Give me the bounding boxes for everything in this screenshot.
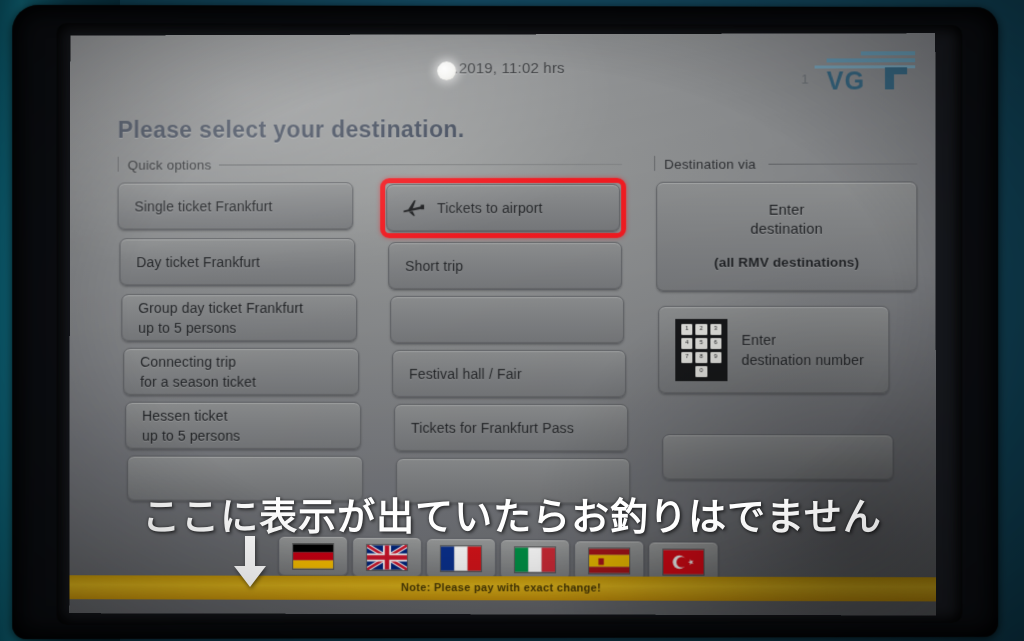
quick-option-festival-hall-fair[interactable]: Festival hall / Fair <box>392 349 627 399</box>
keypad-key-8: 8 <box>695 352 708 364</box>
quick-option-left-extra[interactable] <box>127 455 364 502</box>
button-line-1: Connecting trip <box>140 353 237 370</box>
keypad-key-3: 3 <box>710 324 722 336</box>
keypad-key-2: 2 <box>695 324 708 336</box>
enter-destination-number-line-2: destination number <box>741 351 865 368</box>
button-line-1: Hessen ticket <box>142 407 228 424</box>
down-arrow-icon <box>234 536 266 587</box>
uk-flag <box>367 544 407 570</box>
keypad-key-9: 9 <box>710 352 722 364</box>
enter-destination-number-button[interactable]: 1 2 3 4 5 6 7 8 9 0 Enter destination nu… <box>658 305 890 395</box>
quick-option-short-trip[interactable]: Short trip <box>388 241 623 291</box>
destination-via-extra[interactable] <box>662 434 894 481</box>
enter-destination-line-3: (all RMV destinations) <box>714 254 860 271</box>
quick-option-single-ticket-frankfurt[interactable]: Single ticket Frankfurt <box>117 182 354 231</box>
page-number-label: 1 <box>801 71 809 87</box>
svg-text:VG: VG <box>827 67 865 93</box>
exact-change-notice-bar: Note: Please pay with exact change! <box>69 575 937 602</box>
button-line-1: Festival hall / Fair <box>409 365 522 382</box>
button-line-1: Tickets for Frankfurt Pass <box>411 419 574 436</box>
keypad-key-6: 6 <box>710 338 722 350</box>
language-button-english[interactable] <box>352 536 422 578</box>
keypad-key-5: 5 <box>695 338 708 350</box>
enter-destination-line-1: Enter <box>768 202 805 219</box>
button-line-2: up to 5 persons <box>138 319 237 336</box>
turkish-flag <box>663 549 704 574</box>
quick-option-middle-extra-2[interactable] <box>396 457 631 505</box>
button-line-1: Single ticket Frankfurt <box>134 198 273 215</box>
keypad-key-1: 1 <box>681 324 693 336</box>
button-line-2: for a season ticket <box>140 373 256 390</box>
button-line-1: Tickets to airport <box>437 199 543 216</box>
enter-destination-button[interactable]: Enter destination (all RMV destinations) <box>656 181 918 292</box>
quick-option-day-ticket-frankfurt[interactable]: Day ticket Frankfurt <box>119 238 356 287</box>
screen-header: 12.2019, 11:02 hrs 1 VG <box>70 33 935 94</box>
language-button-italian[interactable] <box>499 539 571 580</box>
enter-destination-line-2: destination <box>750 221 823 238</box>
quick-option-tickets-to-airport[interactable]: Tickets to airport <box>386 183 621 233</box>
button-line-1: Day ticket Frankfurt <box>136 253 261 270</box>
quick-option-middle-extra-1[interactable] <box>390 295 625 345</box>
destination-via-label: Destination via <box>664 156 756 172</box>
quick-option-hessen-ticket[interactable]: Hessen ticket up to 5 persons <box>125 401 362 450</box>
vgf-logo: VG <box>814 51 916 94</box>
keypad-key-4: 4 <box>681 338 693 350</box>
quick-option-group-day-ticket-frankfurt[interactable]: Group day ticket Frankfurt up to 5 perso… <box>121 294 358 342</box>
button-line-2: up to 5 persons <box>142 427 241 444</box>
button-line-1: Group day ticket Frankfurt <box>138 300 304 317</box>
keypad-key-7: 7 <box>681 352 693 364</box>
numeric-keypad-icon: 1 2 3 4 5 6 7 8 9 0 <box>675 318 728 382</box>
enter-destination-number-line-1: Enter <box>741 332 776 349</box>
keypad-key-0: 0 <box>695 366 708 378</box>
light-reflection-dot <box>437 61 457 81</box>
french-flag <box>440 545 481 570</box>
quick-options-rule <box>218 163 623 166</box>
ticket-machine-screen: 12.2019, 11:02 hrs 1 VG Please select yo… <box>69 33 937 616</box>
quick-option-tickets-for-frankfurt-pass[interactable]: Tickets for Frankfurt Pass <box>394 403 629 453</box>
german-flag <box>293 544 334 569</box>
italian-flag <box>514 546 555 571</box>
notice-text: Note: Please pay with exact change! <box>400 582 602 595</box>
language-button-french[interactable] <box>425 538 496 579</box>
airplane-icon <box>404 200 425 217</box>
quick-options-label: Quick options <box>127 157 212 173</box>
button-line-1: Short trip <box>405 257 464 274</box>
language-button-spanish[interactable] <box>574 540 645 581</box>
destination-via-rule <box>768 163 918 165</box>
spanish-flag <box>589 548 630 573</box>
quick-option-connecting-trip[interactable]: Connecting trip for a season ticket <box>123 347 360 396</box>
ticket-machine-body: 12.2019, 11:02 hrs 1 VG Please select yo… <box>0 0 1024 641</box>
page-title: Please select your destination. <box>117 116 465 143</box>
language-button-german[interactable] <box>278 535 349 576</box>
